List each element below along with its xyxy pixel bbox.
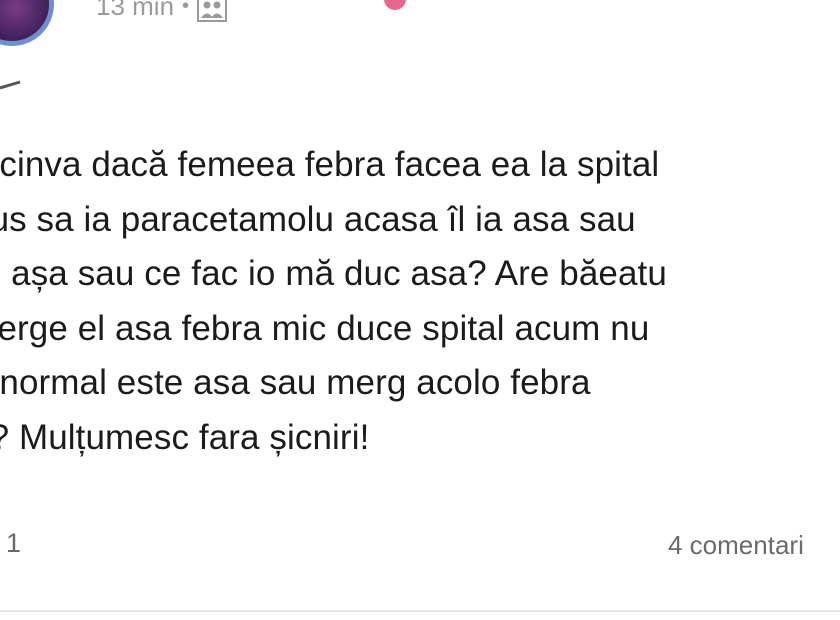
post-meta: 13 min • [96,0,228,22]
post-body: e cinva dacă femeea febra facea ea la sp… [0,138,840,465]
post-text-line: rg așa sau ce fac io mă duc asa? Are băe… [0,254,667,293]
caret-icon [0,80,21,90]
post-text-line: a? Mulțumesc fara șicniri! [0,417,370,457]
post-text-line: dus sa ia paracetamolu acasa îl ia asa s… [0,199,636,239]
reaction-highlight-icon [384,0,406,10]
post-text-line: e cinva dacă femeea febra facea ea la sp… [0,145,660,184]
post-text-line: alerge el asa febra mic duce spital acum… [0,308,650,348]
friends-audience-icon[interactable] [197,0,228,22]
post-timestamp[interactable]: 13 min [96,0,174,22]
facebook-post: 13 min • e cinva dacă femeea febra facea… [0,0,840,620]
meta-separator: • [182,0,190,17]
post-divider [0,610,840,612]
post-text-line: ă normal este asa sau merg acolo febra [0,363,591,402]
comments-count-link[interactable]: 4 comentari [668,530,804,561]
author-avatar[interactable] [0,0,54,46]
reactions-count[interactable]: 1 [6,528,21,559]
